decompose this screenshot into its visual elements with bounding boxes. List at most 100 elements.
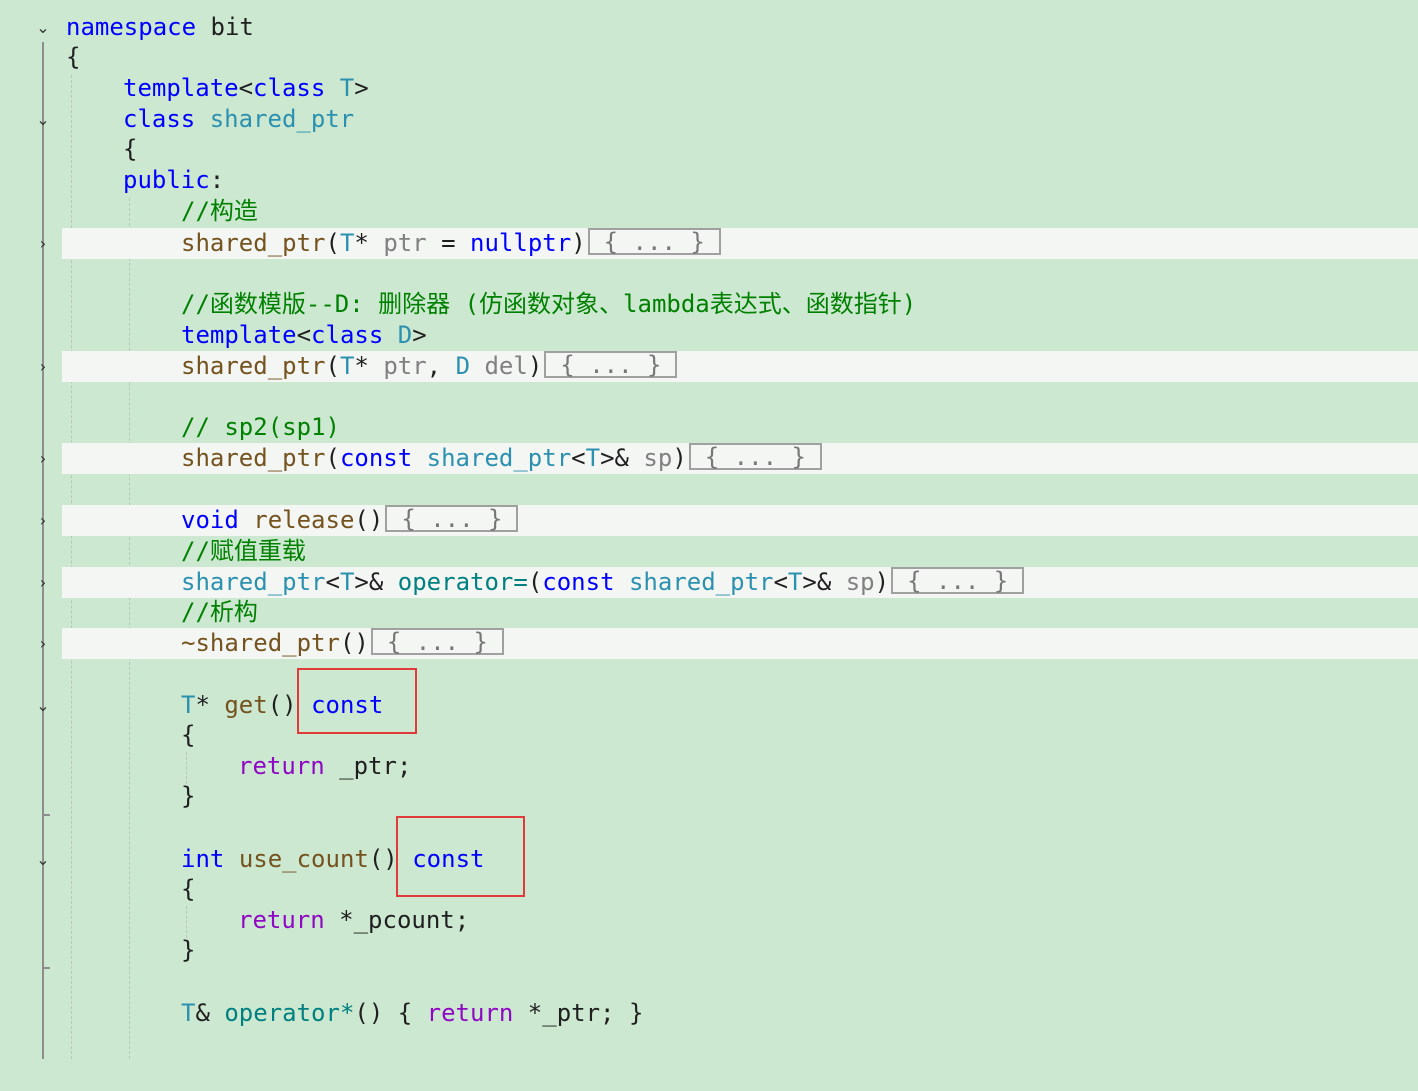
code-line[interactable]: { xyxy=(0,874,1418,905)
brace: } xyxy=(181,936,196,964)
comment: //构造 xyxy=(181,197,258,225)
code-line[interactable]: public: xyxy=(0,165,1418,196)
highlight-box-use-count-const xyxy=(396,816,525,897)
punct: , xyxy=(426,352,456,380)
code-line[interactable]: } xyxy=(0,935,1418,966)
function-name: use_count xyxy=(238,845,369,873)
type-token: T xyxy=(585,444,601,472)
type-token: T xyxy=(339,74,355,102)
code-line-collapsed[interactable]: › void release(){ ... } xyxy=(40,505,1418,536)
collapsed-block-placeholder[interactable]: { ... } xyxy=(688,443,822,470)
punct: * xyxy=(195,691,225,719)
punct: > xyxy=(412,321,427,349)
keyword-token: template xyxy=(123,74,239,102)
code-line-collapsed[interactable]: › shared_ptr(T* ptr = nullptr){ ... } xyxy=(40,228,1418,259)
code-line[interactable]: //构造 xyxy=(0,196,1418,227)
collapsed-block-placeholder[interactable]: { ... } xyxy=(891,567,1025,594)
code-line[interactable]: { xyxy=(0,42,1418,73)
punct: * xyxy=(354,352,384,380)
collapsed-block-placeholder[interactable]: { ... } xyxy=(370,628,505,655)
fold-collapsed-icon[interactable]: › xyxy=(33,510,53,530)
code-line[interactable]: ⌄ int use_count() const xyxy=(0,844,1418,875)
function-name: shared_ptr xyxy=(181,444,326,472)
punct: < xyxy=(296,321,312,349)
code-line[interactable]: //析构 xyxy=(0,597,1418,628)
param: ptr xyxy=(383,352,427,380)
code-line[interactable]: { xyxy=(0,134,1418,165)
keyword-token: nullptr xyxy=(470,229,572,257)
punct: = xyxy=(426,229,471,257)
punct: () xyxy=(339,629,369,657)
punct: >& xyxy=(802,568,846,596)
param: del xyxy=(484,352,528,380)
function-name: release xyxy=(253,506,355,534)
type-token: shared_ptr xyxy=(426,444,572,472)
namespace-name: bit xyxy=(210,13,254,41)
code-line[interactable]: T& operator*() { return *_ptr; } xyxy=(0,998,1418,1029)
fold-collapsed-icon[interactable]: › xyxy=(33,572,53,592)
punct: > xyxy=(354,74,369,102)
code-line[interactable]: return *_pcount; xyxy=(0,905,1418,936)
fold-collapsed-icon[interactable]: › xyxy=(33,448,53,468)
fold-collapsed-icon[interactable]: › xyxy=(33,233,53,253)
code-line[interactable]: //赋值重载 xyxy=(0,536,1418,567)
access-specifier: public xyxy=(123,166,210,194)
comment: //函数模版--D: 删除器 (仿函数对象、lambda表达式、函数指针) xyxy=(181,290,917,318)
function-name: ~shared_ptr xyxy=(181,629,340,657)
type-token: shared_ptr xyxy=(628,568,774,596)
keyword-token: void xyxy=(181,506,239,534)
punct: : xyxy=(209,166,225,194)
collapsed-block-placeholder[interactable]: { ... } xyxy=(544,351,678,378)
fold-collapsed-icon[interactable]: › xyxy=(33,633,53,653)
punct: () { xyxy=(354,999,427,1027)
code-line[interactable]: ⌄ namespace bit xyxy=(0,12,1418,43)
brace: { xyxy=(123,135,138,163)
comment: //析构 xyxy=(181,598,258,626)
expression: *_ptr; } xyxy=(513,999,644,1027)
code-line-collapsed[interactable]: › shared_ptr(const shared_ptr<T>& sp){ .… xyxy=(40,443,1418,474)
function-name: shared_ptr xyxy=(181,229,326,257)
code-line[interactable]: ⌄ class shared_ptr xyxy=(0,104,1418,135)
code-line[interactable]: return _ptr; xyxy=(0,751,1418,782)
code-editor[interactable]: ⌄ namespace bit { template<class T> ⌄ cl… xyxy=(0,0,1418,1059)
keyword-token: class xyxy=(123,105,196,133)
code-line[interactable]: template<class D> xyxy=(0,320,1418,351)
type-token: T xyxy=(339,352,355,380)
fold-expanded-icon[interactable]: ⌄ xyxy=(33,849,53,869)
code-line[interactable]: // sp2(sp1) xyxy=(0,412,1418,443)
keyword-token: return xyxy=(238,906,325,934)
collapsed-block-placeholder[interactable]: { ... } xyxy=(587,228,721,255)
fold-expanded-icon[interactable]: ⌄ xyxy=(33,695,53,715)
punct: >& xyxy=(354,568,398,596)
code-line-collapsed[interactable]: › ~shared_ptr(){ ... } xyxy=(40,628,1418,659)
keyword-token: return xyxy=(426,999,514,1027)
collapsed-block-placeholder[interactable]: { ... } xyxy=(385,505,519,532)
keyword-token: class xyxy=(253,74,326,102)
keyword-token: const xyxy=(542,568,615,596)
punct: < xyxy=(773,568,788,596)
punct: ( xyxy=(527,568,543,596)
punct: * xyxy=(354,229,384,257)
code-line[interactable]: template<class T> xyxy=(0,73,1418,104)
code-line[interactable]: } xyxy=(0,781,1418,812)
fold-expanded-icon[interactable]: ⌄ xyxy=(33,109,53,129)
param: sp xyxy=(643,444,673,472)
punct: < xyxy=(571,444,586,472)
punct: ( xyxy=(325,229,340,257)
function-name: operator= xyxy=(397,568,528,596)
expression: _ptr; xyxy=(324,752,412,780)
expression: *_pcount; xyxy=(324,906,470,934)
code-line-collapsed[interactable]: › shared_ptr(T* ptr, D del){ ... } xyxy=(40,351,1418,382)
code-line-collapsed[interactable]: › shared_ptr<T>& operator=(const shared_… xyxy=(40,567,1418,598)
fold-expanded-icon[interactable]: ⌄ xyxy=(33,17,53,37)
fold-collapsed-icon[interactable]: › xyxy=(33,356,53,376)
code-line[interactable]: ⌄ T* get() const xyxy=(0,690,1418,721)
keyword-token: return xyxy=(238,752,325,780)
code-line[interactable]: //函数模版--D: 删除器 (仿函数对象、lambda表达式、函数指针) xyxy=(0,289,1418,320)
code-line[interactable]: { xyxy=(0,720,1418,751)
